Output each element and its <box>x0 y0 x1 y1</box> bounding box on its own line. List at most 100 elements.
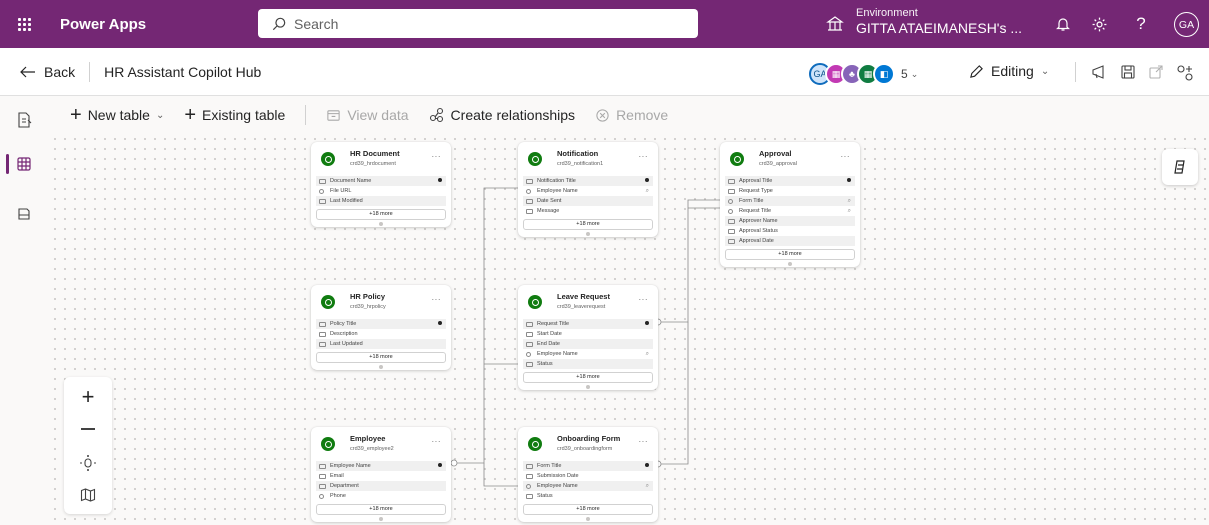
table-card-header[interactable]: HR Policy crd39_hrpolicy ··· <box>311 285 451 319</box>
environment-icon[interactable] <box>826 14 844 32</box>
column-row[interactable]: Status <box>523 359 653 369</box>
collaborator-app-icon[interactable]: ◧ <box>873 63 895 85</box>
table-card-header[interactable]: Approval crd39_approval ··· <box>720 142 860 176</box>
table-card-header[interactable]: Notification crd39_notification1 ··· <box>518 142 658 176</box>
column-row[interactable]: Policy Title <box>316 319 446 329</box>
column-row[interactable]: Date Sent <box>523 196 653 206</box>
environment-picker[interactable]: Environment GITTA ATAEIMANESH's ... <box>856 7 1022 36</box>
column-row[interactable]: Last Updated <box>316 339 446 349</box>
column-row[interactable]: Description <box>316 329 446 339</box>
minimap-button[interactable] <box>64 479 112 511</box>
column-row[interactable]: Email <box>316 471 446 481</box>
connector-handle[interactable] <box>518 230 658 237</box>
column-row[interactable]: Document Name <box>316 176 446 186</box>
column-row[interactable]: Approval Date <box>725 236 855 246</box>
show-more-button[interactable]: +18 more <box>725 249 855 260</box>
diagram-canvas[interactable]: HR Document crd39_hrdocument ··· Documen… <box>50 134 1209 525</box>
more-options-icon[interactable]: ··· <box>639 295 649 304</box>
table-card-leave-request[interactable]: Leave Request crd39_leaverequest ··· Req… <box>518 285 658 390</box>
column-row[interactable]: Status <box>523 491 653 501</box>
column-row[interactable]: Department <box>316 481 446 491</box>
more-options-icon[interactable]: ··· <box>432 152 442 161</box>
table-logical-name: crd39_onboardingform <box>557 446 613 452</box>
column-row[interactable]: Phone <box>316 491 446 501</box>
show-more-button[interactable]: +18 more <box>523 219 653 230</box>
new-table-button[interactable]: + New table ⌄ <box>70 105 164 125</box>
existing-table-button[interactable]: + Existing table <box>184 105 285 125</box>
save-icon[interactable] <box>1120 64 1136 80</box>
rail-item-data[interactable] <box>0 196 48 232</box>
chevron-down-icon[interactable]: ⌄ <box>911 69 919 80</box>
more-options-icon[interactable]: ··· <box>639 152 649 161</box>
help-icon[interactable]: ? <box>1130 13 1152 35</box>
table-card-header[interactable]: Onboarding Form crd39_onboardingform ··· <box>518 427 658 461</box>
column-row[interactable]: Notification Title <box>523 176 653 186</box>
column-row[interactable]: Employee Name ⌕ <box>523 481 653 491</box>
collaborators-presence[interactable]: GA ▦ ♣ ▦ ◧ 5 ⌄ <box>809 63 918 85</box>
column-row[interactable]: Form Title ⌕ <box>725 196 855 206</box>
search-input[interactable]: Search <box>258 9 698 38</box>
column-row[interactable]: Request Title ⌕ <box>725 206 855 216</box>
user-avatar[interactable]: GA <box>1174 12 1199 37</box>
table-card-notification[interactable]: Notification crd39_notification1 ··· Not… <box>518 142 658 237</box>
connector-handle[interactable] <box>518 383 658 390</box>
more-options-icon[interactable]: ··· <box>841 152 851 161</box>
table-card-employee[interactable]: Employee crd39_employee2 ··· Employee Na… <box>311 427 451 522</box>
column-row[interactable]: Approval Title <box>725 176 855 186</box>
more-options-icon[interactable]: ··· <box>639 437 649 446</box>
notifications-icon[interactable] <box>1052 13 1074 35</box>
column-row[interactable]: Submission Date <box>523 471 653 481</box>
table-card-hr-policy[interactable]: HR Policy crd39_hrpolicy ··· Policy Titl… <box>311 285 451 370</box>
table-card-header[interactable]: Leave Request crd39_leaverequest ··· <box>518 285 658 319</box>
connector-handle[interactable] <box>720 260 860 267</box>
fit-view-button[interactable] <box>64 447 112 479</box>
show-more-button[interactable]: +18 more <box>316 352 446 363</box>
environment-label: Environment <box>856 7 918 19</box>
column-row[interactable]: Form Title <box>523 461 653 471</box>
column-row[interactable]: Approval Status <box>725 226 855 236</box>
connections-icon[interactable] <box>1176 64 1194 82</box>
editing-mode-dropdown[interactable]: Editing ⌄ <box>969 63 1049 79</box>
table-card-header[interactable]: HR Document crd39_hrdocument ··· <box>311 142 451 176</box>
column-row[interactable]: Start Date <box>523 329 653 339</box>
rail-item-tables[interactable] <box>0 146 48 182</box>
connector-handle[interactable] <box>311 515 451 522</box>
more-options-icon[interactable]: ··· <box>432 295 442 304</box>
collaborator-count[interactable]: 5 <box>901 67 908 81</box>
connector-handle[interactable] <box>518 515 658 522</box>
column-row[interactable]: Message <box>523 206 653 216</box>
column-row[interactable]: Employee Name <box>316 461 446 471</box>
column-row[interactable]: Employee Name ⌕ <box>523 186 653 196</box>
connector-handle[interactable] <box>311 363 451 370</box>
megaphone-icon[interactable] <box>1091 64 1107 80</box>
create-relationships-button[interactable]: Create relationships <box>429 107 575 123</box>
show-more-button[interactable]: +18 more <box>316 209 446 220</box>
table-card-approval[interactable]: Approval crd39_approval ··· Approval Tit… <box>720 142 860 267</box>
column-row[interactable]: End Date <box>523 339 653 349</box>
copilot-button[interactable] <box>1162 149 1198 185</box>
zoom-out-button[interactable] <box>64 413 112 445</box>
rail-item-pages[interactable] <box>0 102 48 138</box>
table-card-onboarding-form[interactable]: Onboarding Form crd39_onboardingform ···… <box>518 427 658 522</box>
settings-icon[interactable] <box>1088 13 1110 35</box>
app-launcher-icon[interactable] <box>0 0 48 48</box>
column-row[interactable]: Request Type <box>725 186 855 196</box>
app-name[interactable]: Power Apps <box>60 16 146 33</box>
column-row[interactable]: Request Title <box>523 319 653 329</box>
back-button[interactable]: Back <box>20 64 75 80</box>
zoom-in-button[interactable]: + <box>64 381 112 413</box>
remove-button[interactable]: Remove <box>595 107 668 123</box>
table-card-header[interactable]: Employee crd39_employee2 ··· <box>311 427 451 461</box>
column-row[interactable]: File URL <box>316 186 446 196</box>
share-icon[interactable] <box>1148 64 1164 80</box>
column-row[interactable]: Last Modified <box>316 196 446 206</box>
connector-handle[interactable] <box>311 220 451 227</box>
more-options-icon[interactable]: ··· <box>432 437 442 446</box>
table-card-hr-document[interactable]: HR Document crd39_hrdocument ··· Documen… <box>311 142 451 227</box>
view-data-button[interactable]: View data <box>326 107 409 123</box>
column-row[interactable]: Approver Name <box>725 216 855 226</box>
show-more-button[interactable]: +18 more <box>523 372 653 383</box>
column-row[interactable]: Employee Name ⌕ <box>523 349 653 359</box>
show-more-button[interactable]: +18 more <box>523 504 653 515</box>
show-more-button[interactable]: +18 more <box>316 504 446 515</box>
